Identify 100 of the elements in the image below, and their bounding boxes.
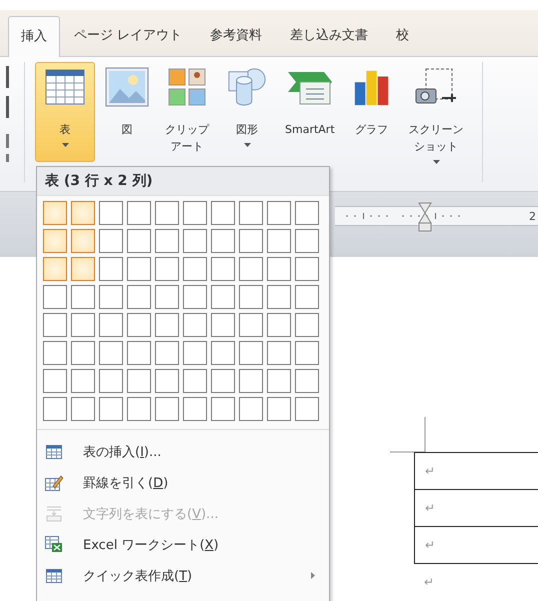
grid-cell[interactable] xyxy=(99,397,123,421)
ribbon-tab[interactable]: 差し込み文書 xyxy=(276,26,382,56)
grid-cell[interactable] xyxy=(71,229,95,253)
menu-item[interactable]: クイック表作成(T) xyxy=(37,560,329,591)
grid-cell[interactable] xyxy=(295,341,319,365)
grid-cell[interactable] xyxy=(71,201,95,225)
grid-cell[interactable] xyxy=(183,341,207,365)
ribbon-tab[interactable]: 参考資料 xyxy=(196,26,276,56)
grid-cell[interactable] xyxy=(99,201,123,225)
grid-cell[interactable] xyxy=(127,285,151,309)
grid-cell[interactable] xyxy=(127,257,151,281)
grid-cell[interactable] xyxy=(211,229,235,253)
grid-cell[interactable] xyxy=(267,313,291,337)
grid-cell[interactable] xyxy=(155,257,179,281)
grid-cell[interactable] xyxy=(295,313,319,337)
grid-cell[interactable] xyxy=(43,285,67,309)
grid-cell[interactable] xyxy=(183,397,207,421)
grid-cell[interactable] xyxy=(267,257,291,281)
grid-cell[interactable] xyxy=(99,341,123,365)
grid-cell[interactable] xyxy=(239,341,263,365)
grid-cell[interactable] xyxy=(127,201,151,225)
ribbon-button[interactable]: クリップ アート xyxy=(159,62,215,162)
grid-cell[interactable] xyxy=(211,369,235,393)
grid-cell[interactable] xyxy=(43,257,67,281)
grid-cell[interactable] xyxy=(295,201,319,225)
ribbon-tab[interactable]: 校 xyxy=(382,26,424,56)
ribbon-button[interactable]: 図形 xyxy=(219,62,275,154)
grid-cell[interactable] xyxy=(155,369,179,393)
grid-cell[interactable] xyxy=(43,341,67,365)
ribbon-button[interactable]: グラフ xyxy=(344,62,399,145)
grid-cell[interactable] xyxy=(71,313,95,337)
grid-cell[interactable] xyxy=(155,285,179,309)
grid-cell[interactable] xyxy=(155,341,179,365)
grid-cell[interactable] xyxy=(155,313,179,337)
ribbon-tab[interactable]: 挿入 xyxy=(8,16,60,57)
menu-item[interactable]: 表の挿入(I)... xyxy=(37,436,329,467)
grid-cell[interactable] xyxy=(71,257,95,281)
grid-cell[interactable] xyxy=(183,257,207,281)
grid-cell[interactable] xyxy=(267,229,291,253)
grid-cell[interactable] xyxy=(211,201,235,225)
menu-header: 表 (3 行 x 2 列) xyxy=(37,167,329,196)
grid-cell[interactable] xyxy=(239,201,263,225)
grid-cell[interactable] xyxy=(183,201,207,225)
grid-cell[interactable] xyxy=(99,369,123,393)
grid-cell[interactable] xyxy=(99,257,123,281)
grid-cell[interactable] xyxy=(155,397,179,421)
grid-cell[interactable] xyxy=(295,257,319,281)
grid-cell[interactable] xyxy=(267,285,291,309)
grid-cell[interactable] xyxy=(43,313,67,337)
ribbon-button[interactable]: SmartArt xyxy=(279,62,341,145)
grid-cell[interactable] xyxy=(267,369,291,393)
grid-cell[interactable] xyxy=(43,397,67,421)
grid-cell[interactable] xyxy=(99,313,123,337)
grid-cell[interactable] xyxy=(155,229,179,253)
grid-cell[interactable] xyxy=(71,341,95,365)
grid-cell[interactable] xyxy=(183,229,207,253)
grid-cell[interactable] xyxy=(239,313,263,337)
grid-cell[interactable] xyxy=(99,285,123,309)
grid-cell[interactable] xyxy=(239,397,263,421)
grid-cell[interactable] xyxy=(295,369,319,393)
grid-cell[interactable] xyxy=(239,257,263,281)
grid-cell[interactable] xyxy=(211,285,235,309)
grid-cell[interactable] xyxy=(99,229,123,253)
grid-cell[interactable] xyxy=(127,341,151,365)
grid-cell[interactable] xyxy=(267,201,291,225)
grid-cell[interactable] xyxy=(267,341,291,365)
grid-cell[interactable] xyxy=(211,313,235,337)
grid-cell[interactable] xyxy=(71,397,95,421)
grid-cell[interactable] xyxy=(295,285,319,309)
ribbon-button[interactable]: 図 xyxy=(99,62,155,145)
grid-cell[interactable] xyxy=(71,369,95,393)
grid-cell[interactable] xyxy=(183,369,207,393)
grid-cell[interactable] xyxy=(239,285,263,309)
grid-cell[interactable] xyxy=(183,285,207,309)
grid-cell[interactable] xyxy=(127,369,151,393)
grid-cell[interactable] xyxy=(43,369,67,393)
menu-item[interactable]: 罫線を引く(D) xyxy=(37,467,329,498)
indent-marker-icon[interactable] xyxy=(418,202,432,232)
grid-cell[interactable] xyxy=(127,313,151,337)
menu-item[interactable]: Excel ワークシート(X) xyxy=(37,529,329,560)
grid-cell[interactable] xyxy=(71,285,95,309)
grid-cell[interactable] xyxy=(183,313,207,337)
grid-cell[interactable] xyxy=(211,397,235,421)
grid-cell[interactable] xyxy=(267,397,291,421)
ribbon-button[interactable]: スクリーン ショット xyxy=(402,62,470,171)
grid-cell[interactable] xyxy=(239,229,263,253)
grid-cell[interactable] xyxy=(127,229,151,253)
ribbon-tab[interactable]: ページ レイアウト xyxy=(60,26,196,56)
grid-cell[interactable] xyxy=(295,397,319,421)
grid-cell[interactable] xyxy=(127,397,151,421)
picture-icon xyxy=(105,67,149,107)
ribbon-button[interactable]: 表 xyxy=(35,62,95,162)
paragraph-mark: ↵ xyxy=(425,464,436,478)
grid-cell[interactable] xyxy=(239,369,263,393)
grid-cell[interactable] xyxy=(43,201,67,225)
grid-cell[interactable] xyxy=(295,229,319,253)
grid-cell[interactable] xyxy=(211,257,235,281)
grid-cell[interactable] xyxy=(155,201,179,225)
grid-cell[interactable] xyxy=(211,341,235,365)
grid-cell[interactable] xyxy=(43,229,67,253)
